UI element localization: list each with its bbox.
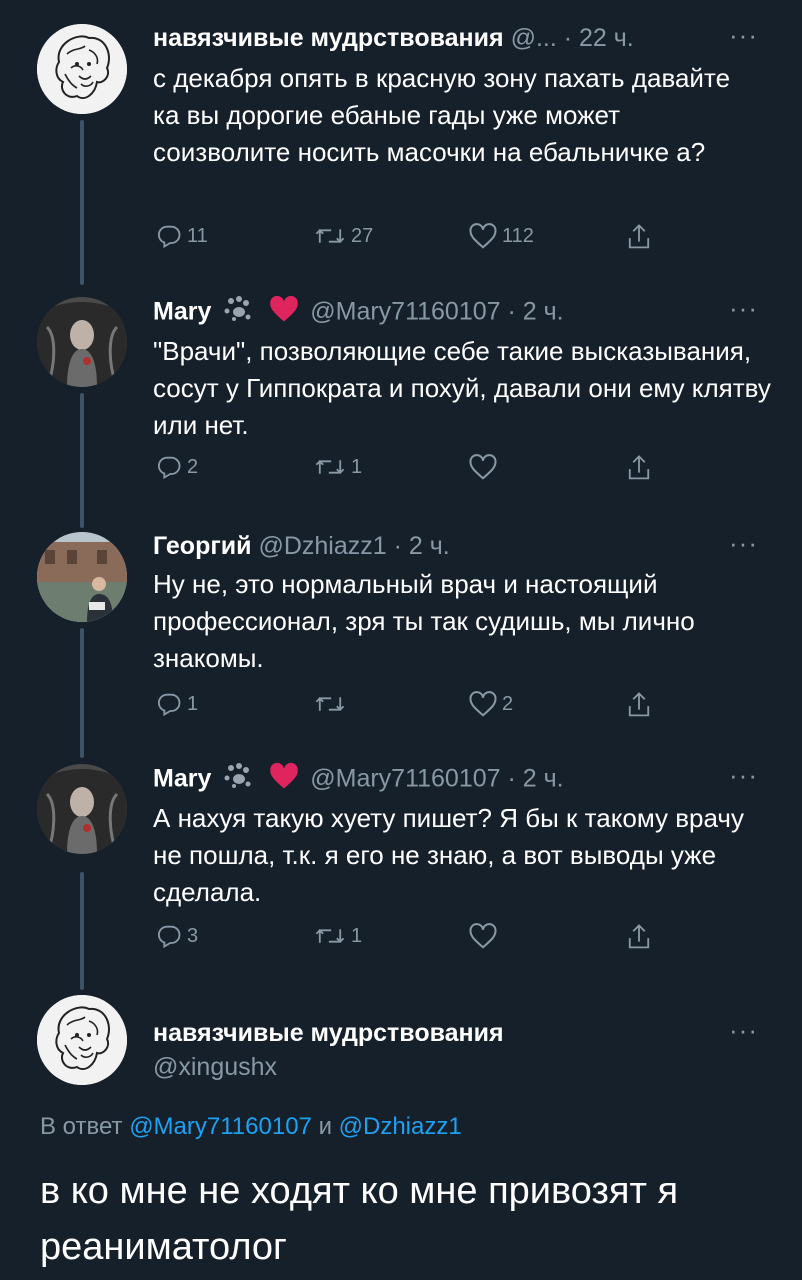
tweet-text: А нахуя такую хуету пишет? Я бы к такому… — [153, 803, 744, 907]
share-icon — [628, 455, 650, 480]
retweet-icon — [315, 929, 345, 943]
user-handle[interactable]: @Mary71160107 — [310, 765, 500, 793]
reply-icon — [158, 225, 181, 249]
avatar-georgiy[interactable] — [37, 532, 127, 622]
user-name[interactable]: Mary — [153, 765, 211, 793]
tweet-actions: 11 27 112 — [155, 222, 675, 256]
tweet-time[interactable]: · 2 ч. — [394, 532, 450, 560]
avatar-xingushx[interactable] — [37, 995, 127, 1085]
share-button[interactable] — [625, 922, 653, 952]
retweet-icon — [315, 697, 345, 711]
reply-count: 11 — [187, 224, 208, 247]
red-heart-icon — [269, 762, 299, 798]
reply-count: 2 — [187, 455, 199, 478]
share-button[interactable] — [625, 222, 653, 252]
user-name[interactable]: навязчивые мудрствования — [153, 24, 504, 52]
avatar-photo-icon — [37, 764, 127, 854]
user-name[interactable]: навязчивые мудрствования — [153, 1019, 504, 1047]
tweet-actions: 3 1 — [155, 922, 675, 956]
tweet-time[interactable]: · 22 ч. — [564, 24, 634, 52]
reply-and: и — [318, 1113, 332, 1140]
share-icon — [628, 692, 650, 717]
main-tweet-text: в ко мне не ходят ко мне привозят я реан… — [40, 1170, 679, 1268]
share-button[interactable] — [625, 690, 653, 720]
tweet-header: Георгий @Dzhiazz1 · 2 ч. — [153, 530, 450, 562]
avatar-xingushx[interactable] — [37, 24, 127, 114]
avatar-sketch-icon — [37, 995, 127, 1085]
tweet-header: Mary @Mary71160107 · 2 ч. — [153, 762, 564, 798]
retweet-count: 1 — [351, 455, 363, 478]
share-icon — [628, 224, 650, 249]
reply-button[interactable]: 2 — [155, 453, 198, 481]
share-button[interactable] — [625, 453, 653, 483]
thread-line — [80, 628, 84, 758]
avatar-sketch-icon — [37, 24, 127, 114]
paw-icon — [222, 295, 254, 331]
tweet-header: Mary @Mary71160107 · 2 ч. — [153, 295, 564, 331]
more-options-button[interactable]: ··· — [729, 1015, 758, 1046]
reply-count: 3 — [187, 924, 199, 947]
reply-button[interactable]: 1 — [155, 690, 198, 718]
tweet-time[interactable]: · 2 ч. — [508, 298, 564, 326]
heart-icon — [469, 454, 497, 480]
reply-icon — [158, 456, 181, 480]
red-heart-icon — [269, 295, 299, 331]
tweet-header: навязчивые мудрствования @... · 22 ч. — [153, 22, 634, 54]
reply-icon — [158, 925, 181, 949]
retweet-button[interactable]: 1 — [313, 453, 362, 481]
more-options-button[interactable]: ··· — [729, 528, 758, 559]
retweet-icon — [315, 460, 345, 474]
user-handle[interactable]: @Dzhiazz1 — [258, 532, 386, 560]
tweet-time[interactable]: · 2 ч. — [508, 765, 564, 793]
user-handle[interactable]: @Mary71160107 — [310, 298, 500, 326]
tweet-text: с декабря опять в красную зону пахать да… — [153, 63, 731, 167]
tweet-actions: 1 2 — [155, 690, 675, 724]
avatar-mary[interactable] — [37, 297, 127, 387]
tweet-actions: 2 1 — [155, 453, 675, 487]
like-button[interactable]: 112 — [468, 222, 534, 250]
more-options-button[interactable]: ··· — [729, 293, 758, 324]
reply-prefix: В ответ — [40, 1113, 123, 1140]
reply-to-line: В ответ @Mary71160107 и @Dzhiazz1 — [40, 1113, 462, 1141]
tweet-text: "Врачи", позволяющие себе такие высказыв… — [153, 336, 771, 440]
user-name[interactable]: Георгий — [153, 532, 252, 560]
like-button[interactable] — [468, 922, 502, 950]
avatar-photo-icon — [37, 532, 127, 622]
avatar-photo-icon — [37, 297, 127, 387]
retweet-icon — [315, 229, 345, 243]
heart-icon — [469, 223, 497, 249]
share-icon — [628, 924, 650, 949]
retweet-count: 1 — [351, 924, 363, 947]
tweet-header: навязчивые мудрствования — [153, 1017, 504, 1049]
like-button[interactable] — [468, 453, 502, 481]
reply-button[interactable]: 11 — [155, 222, 208, 250]
retweet-button[interactable]: 27 — [313, 222, 373, 250]
avatar-mary[interactable] — [37, 764, 127, 854]
more-options-button[interactable]: ··· — [729, 760, 758, 791]
like-count: 2 — [502, 692, 514, 715]
more-options-button[interactable]: ··· — [729, 20, 758, 51]
retweet-button[interactable]: 1 — [313, 922, 362, 950]
heart-icon — [469, 691, 497, 717]
user-handle[interactable]: @xingushx — [153, 1053, 277, 1082]
like-button[interactable]: 2 — [468, 690, 513, 718]
heart-icon — [469, 923, 497, 949]
thread-line — [80, 872, 84, 990]
mention-dzhiazz[interactable]: @Dzhiazz1 — [339, 1113, 462, 1140]
tweet-text: Ну не, это нормальный врач и настоящий п… — [153, 569, 695, 673]
reply-button[interactable]: 3 — [155, 922, 198, 950]
reply-icon — [158, 693, 181, 717]
like-count: 112 — [502, 224, 534, 247]
thread-line — [80, 120, 84, 285]
reply-count: 1 — [187, 692, 199, 715]
retweet-count: 27 — [351, 224, 374, 247]
user-handle[interactable]: @... — [511, 24, 557, 52]
thread-line — [80, 393, 84, 528]
retweet-button[interactable] — [313, 690, 351, 718]
paw-icon — [222, 762, 254, 798]
mention-mary[interactable]: @Mary71160107 — [129, 1113, 312, 1140]
user-name[interactable]: Mary — [153, 298, 211, 326]
